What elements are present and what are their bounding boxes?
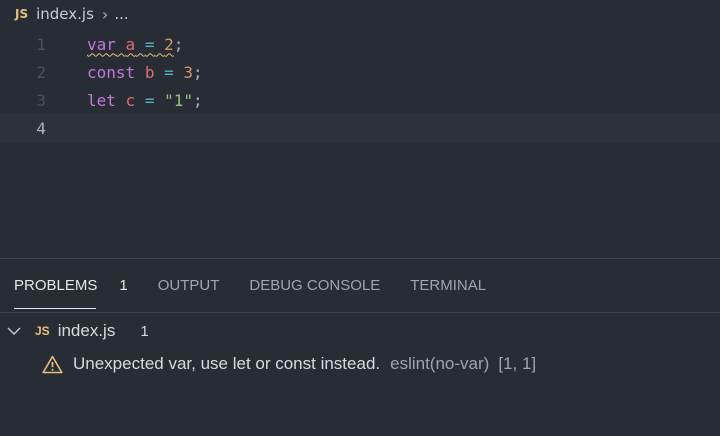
- chevron-right-icon: ›: [101, 4, 109, 24]
- line-number: 1: [36, 34, 46, 54]
- code-token: a: [125, 34, 136, 54]
- line-number: 3: [36, 90, 46, 110]
- vscode-window: JS index.js › ... 1 var a = 2; 2 const b…: [0, 0, 720, 436]
- code-token: "1": [164, 90, 194, 110]
- code-token: let: [87, 90, 116, 110]
- warning-squiggle[interactable]: var a = 2: [87, 35, 174, 54]
- code-token: ;: [193, 90, 203, 110]
- code-token: var: [87, 34, 116, 54]
- javascript-file-icon: JS: [15, 7, 29, 21]
- line-number: 2: [36, 62, 46, 82]
- tab-problems[interactable]: PROBLEMS 1: [14, 259, 128, 313]
- bottom-panel: PROBLEMS 1 OUTPUT DEBUG CONSOLE TERMINAL…: [0, 258, 720, 436]
- problems-count-badge: 1: [119, 277, 128, 294]
- code-text[interactable]: const b = 3;: [87, 63, 203, 82]
- problems-tree: JS index.js 1 Unexpected var, use let or…: [0, 315, 720, 381]
- code-editor[interactable]: 1 var a = 2; 2 const b = 3; 3 let c = "1…: [0, 28, 720, 258]
- warning-icon: [42, 355, 63, 373]
- code-line[interactable]: 4: [0, 114, 720, 142]
- code-text[interactable]: var a = 2;: [87, 35, 183, 54]
- panel-tabs: PROBLEMS 1 OUTPUT DEBUG CONSOLE TERMINAL: [0, 259, 720, 313]
- code-line[interactable]: 3 let c = "1";: [0, 86, 720, 114]
- code-token: b: [144, 62, 155, 82]
- tab-output[interactable]: OUTPUT: [158, 259, 220, 313]
- javascript-file-icon: JS: [35, 324, 50, 338]
- file-problem-count: 1: [140, 322, 149, 340]
- code-token: c: [125, 90, 136, 110]
- code-token: ;: [173, 34, 184, 54]
- problem-item[interactable]: Unexpected var, use let or const instead…: [0, 347, 720, 381]
- tab-label: OUTPUT: [157, 277, 220, 294]
- problem-location: [1, 1]: [498, 354, 537, 373]
- code-token: ;: [193, 62, 203, 82]
- code-line[interactable]: 1 var a = 2;: [0, 30, 720, 58]
- line-number: 4: [36, 118, 46, 138]
- breadcrumb-ellipsis[interactable]: ...: [114, 5, 128, 23]
- breadcrumb: JS index.js › ...: [0, 0, 720, 28]
- problem-source: eslint(no-var): [390, 354, 490, 373]
- tab-debug-console[interactable]: DEBUG CONSOLE: [249, 259, 380, 313]
- code-line[interactable]: 2 const b = 3;: [0, 58, 720, 86]
- tab-terminal[interactable]: TERMINAL: [410, 259, 486, 313]
- problem-message: Unexpected var, use let or const instead…: [73, 354, 381, 373]
- code-token: =: [164, 62, 174, 82]
- code-token: 3: [183, 62, 194, 82]
- code-token: const: [87, 62, 136, 82]
- chevron-down-icon[interactable]: [7, 324, 21, 338]
- tab-label: PROBLEMS: [14, 277, 98, 294]
- code-token: 2: [164, 34, 174, 54]
- tab-label: DEBUG CONSOLE: [249, 277, 381, 294]
- tab-label: TERMINAL: [410, 277, 487, 294]
- code-text[interactable]: let c = "1";: [87, 91, 203, 110]
- problem-file-row[interactable]: JS index.js 1: [0, 315, 720, 347]
- problem-file-name: index.js: [57, 321, 116, 340]
- breadcrumb-file[interactable]: index.js: [36, 5, 94, 23]
